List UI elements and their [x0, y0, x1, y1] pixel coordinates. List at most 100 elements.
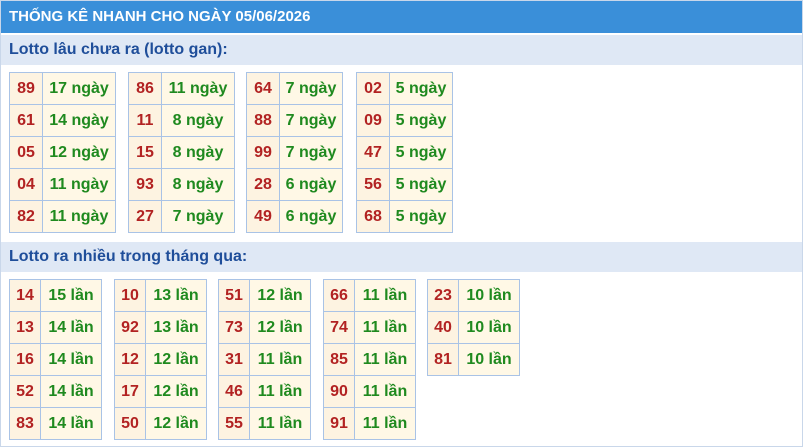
table-row: 23 10 lần [427, 279, 520, 312]
lotto-number: 14 [9, 279, 41, 312]
times-count: 10 lần [458, 343, 520, 376]
table-row: 50 12 lần [114, 407, 207, 440]
times-count: 12 lần [249, 311, 311, 344]
lotto-number: 15 [128, 136, 162, 169]
lotto-number: 31 [218, 343, 250, 376]
days-count: 11 ngày [42, 168, 116, 201]
times-count: 12 lần [145, 407, 207, 440]
days-count: 17 ngày [42, 72, 116, 105]
freq-table: 51 12 lần 73 12 lần 31 11 lần 46 11 lần 55 11 lần [218, 279, 311, 440]
lotto-number: 40 [427, 311, 459, 344]
lotto-number: 10 [114, 279, 146, 312]
days-count: 7 ngày [279, 104, 343, 137]
lotto-number: 50 [114, 407, 146, 440]
table-row: 52 14 lần [9, 375, 102, 408]
times-count: 11 lần [354, 279, 416, 312]
times-count: 11 lần [354, 375, 416, 408]
table-row: 49 6 ngày [246, 200, 343, 233]
days-count: 11 ngày [161, 72, 235, 105]
table-row: 05 12 ngày [9, 136, 116, 169]
lotto-number: 47 [356, 136, 390, 169]
days-count: 5 ngày [389, 136, 453, 169]
days-count: 7 ngày [279, 136, 343, 169]
times-count: 14 lần [40, 375, 102, 408]
times-count: 11 lần [354, 407, 416, 440]
times-count: 11 lần [249, 343, 311, 376]
lotto-number: 51 [218, 279, 250, 312]
days-count: 8 ngày [161, 136, 235, 169]
table-row: 28 6 ngày [246, 168, 343, 201]
gan-table: 02 5 ngày 09 5 ngày 47 5 ngày 56 5 ngày 68 5 ngày [356, 72, 453, 233]
table-row: 10 13 lần [114, 279, 207, 312]
table-row: 81 10 lần [427, 343, 520, 376]
lotto-number: 61 [9, 104, 43, 137]
days-count: 5 ngày [389, 72, 453, 105]
lotto-number: 16 [9, 343, 41, 376]
lotto-number: 52 [9, 375, 41, 408]
table-row: 11 8 ngày [128, 104, 235, 137]
times-count: 14 lần [40, 407, 102, 440]
table-row: 66 11 lần [323, 279, 416, 312]
times-count: 11 lần [249, 375, 311, 408]
table-row: 14 15 lần [9, 279, 102, 312]
table-row: 04 11 ngày [9, 168, 116, 201]
lotto-number: 91 [323, 407, 355, 440]
table-row: 73 12 lần [218, 311, 311, 344]
lotto-number: 73 [218, 311, 250, 344]
lotto-number: 12 [114, 343, 146, 376]
stats-panel: THỐNG KÊ NHANH CHO NGÀY 05/06/2026 Lotto… [0, 0, 803, 447]
lotto-number: 28 [246, 168, 280, 201]
table-row: 64 7 ngày [246, 72, 343, 105]
times-count: 12 lần [145, 343, 207, 376]
lotto-number: 92 [114, 311, 146, 344]
table-row: 17 12 lần [114, 375, 207, 408]
times-count: 10 lần [458, 311, 520, 344]
table-row: 15 8 ngày [128, 136, 235, 169]
freq-table: 23 10 lần 40 10 lần 81 10 lần [427, 279, 520, 376]
table-row: 02 5 ngày [356, 72, 453, 105]
times-count: 11 lần [249, 407, 311, 440]
table-row: 91 11 lần [323, 407, 416, 440]
gan-table: 86 11 ngày 11 8 ngày 15 8 ngày 93 8 ngày 27 7 ngà… [128, 72, 235, 233]
lotto-number: 81 [427, 343, 459, 376]
table-row: 47 5 ngày [356, 136, 453, 169]
lotto-number: 93 [128, 168, 162, 201]
table-row: 40 10 lần [427, 311, 520, 344]
lotto-number: 23 [427, 279, 459, 312]
lotto-number: 68 [356, 200, 390, 233]
lotto-number: 09 [356, 104, 390, 137]
table-row: 85 11 lần [323, 343, 416, 376]
days-count: 5 ngày [389, 200, 453, 233]
freq-table: 66 11 lần 74 11 lần 85 11 lần 90 11 lần 91 11 lần [323, 279, 416, 440]
lotto-number: 74 [323, 311, 355, 344]
table-row: 61 14 ngày [9, 104, 116, 137]
lotto-number: 83 [9, 407, 41, 440]
lotto-number: 55 [218, 407, 250, 440]
lotto-number: 66 [323, 279, 355, 312]
lotto-number: 02 [356, 72, 390, 105]
table-row: 83 14 lần [9, 407, 102, 440]
times-count: 14 lần [40, 343, 102, 376]
table-row: 27 7 ngày [128, 200, 235, 233]
table-row: 09 5 ngày [356, 104, 453, 137]
table-row: 92 13 lần [114, 311, 207, 344]
freq-section-heading: Lotto ra nhiều trong tháng qua: [1, 242, 802, 272]
freq-table: 10 13 lần 92 13 lần 12 12 lần 17 12 lần 50 12 lần [114, 279, 207, 440]
lotto-number: 11 [128, 104, 162, 137]
lotto-number: 85 [323, 343, 355, 376]
lotto-number: 46 [218, 375, 250, 408]
times-count: 10 lần [458, 279, 520, 312]
table-row: 82 11 ngày [9, 200, 116, 233]
gan-section-heading: Lotto lâu chưa ra (lotto gan): [1, 35, 802, 65]
times-count: 14 lần [40, 311, 102, 344]
days-count: 6 ngày [279, 168, 343, 201]
lotto-number: 27 [128, 200, 162, 233]
lotto-number: 05 [9, 136, 43, 169]
times-count: 15 lần [40, 279, 102, 312]
days-count: 14 ngày [42, 104, 116, 137]
lotto-number: 88 [246, 104, 280, 137]
gan-table: 64 7 ngày 88 7 ngày 99 7 ngày 28 6 ngày 49 6 ngày [246, 72, 343, 233]
table-row: 55 11 lần [218, 407, 311, 440]
times-count: 12 lần [249, 279, 311, 312]
table-row: 13 14 lần [9, 311, 102, 344]
